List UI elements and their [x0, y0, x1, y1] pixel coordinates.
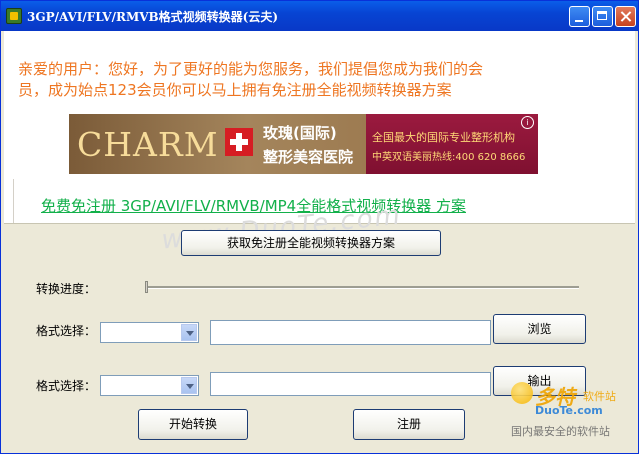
progress-track[interactable]: [145, 286, 579, 289]
info-icon[interactable]: i: [521, 116, 534, 129]
member-notice: 亲爱的用户：您好，为了更好的能为您服务，我们提倡您成为我们的会 员，成为始点12…: [18, 59, 598, 101]
watermark-logo-suffix: 软件站: [583, 390, 616, 403]
app-icon: [6, 8, 22, 24]
maximize-button[interactable]: [592, 6, 613, 27]
ad-name-line-1: 玫瑰(国际): [263, 124, 337, 142]
ad-banner-right: i 全国最大的国际专业整形机构 中英双语美丽热线:400 620 8666: [366, 114, 538, 174]
ad-tagline: 全国最大的国际专业整形机构: [372, 131, 515, 144]
chevron-down-icon[interactable]: [181, 377, 197, 394]
progress-slider-thumb[interactable]: [145, 281, 148, 293]
minimize-button[interactable]: [569, 6, 590, 27]
title-bar[interactable]: 3GP/AVI/FLV/RMVB格式视频转换器(云夫): [1, 1, 638, 31]
browse-button[interactable]: 浏览: [493, 314, 586, 344]
chevron-down-icon[interactable]: [181, 324, 197, 341]
mascot-icon: [511, 382, 533, 404]
ad-brand: CHARM: [77, 125, 219, 164]
promo-link[interactable]: 免费免注册 3GP/AVI/FLV/RMVB/MP4全能格式视频转换器 方案: [41, 195, 466, 216]
format-label-2: 格式选择：: [36, 379, 97, 393]
format-select-1[interactable]: [100, 322, 199, 343]
window-title: 3GP/AVI/FLV/RMVB格式视频转换器(云夫): [27, 10, 279, 24]
ad-name-line-2: 整形美容医院: [263, 148, 354, 166]
ad-hotline: 中英双语美丽热线:400 620 8666: [372, 152, 526, 163]
progress-label: 转换进度：: [36, 282, 97, 296]
input-path-field[interactable]: [210, 320, 491, 345]
get-plan-button[interactable]: 获取免注册全能视频转换器方案: [181, 230, 441, 256]
medical-cross-icon: [225, 128, 253, 156]
site-watermark: 多特 软件站 DuoTe.com 国内最安全的软件站: [511, 376, 631, 438]
ad-banner-left: CHARM 玫瑰(国际) 整形美容医院: [69, 114, 366, 174]
info-panel: 亲爱的用户：您好，为了更好的能为您服务，我们提倡您成为我们的会 员，成为始点12…: [4, 31, 635, 224]
format-select-2[interactable]: [100, 375, 199, 396]
register-button[interactable]: 注册: [353, 409, 465, 440]
watermark-url: DuoTe.com: [535, 404, 603, 417]
format-label-1: 格式选择：: [36, 324, 97, 338]
app-window: 3GP/AVI/FLV/RMVB格式视频转换器(云夫) 亲爱的用户：您好，为了更…: [0, 0, 639, 454]
output-path-field[interactable]: [210, 372, 491, 396]
close-button[interactable]: [615, 6, 636, 27]
start-convert-button[interactable]: 开始转换: [138, 409, 248, 440]
ad-banner[interactable]: CHARM 玫瑰(国际) 整形美容医院 i 全国最大的国际专业整形机构 中英双语…: [69, 114, 538, 174]
notice-line-1: 亲爱的用户：您好，为了更好的能为您服务，我们提倡您成为我们的会: [18, 60, 484, 78]
notice-line-2: 员，成为始点123会员你可以马上拥有免注册全能视频转换器方案: [18, 81, 452, 99]
panel-divider: [13, 179, 14, 223]
watermark-tagline: 国内最安全的软件站: [511, 425, 610, 438]
